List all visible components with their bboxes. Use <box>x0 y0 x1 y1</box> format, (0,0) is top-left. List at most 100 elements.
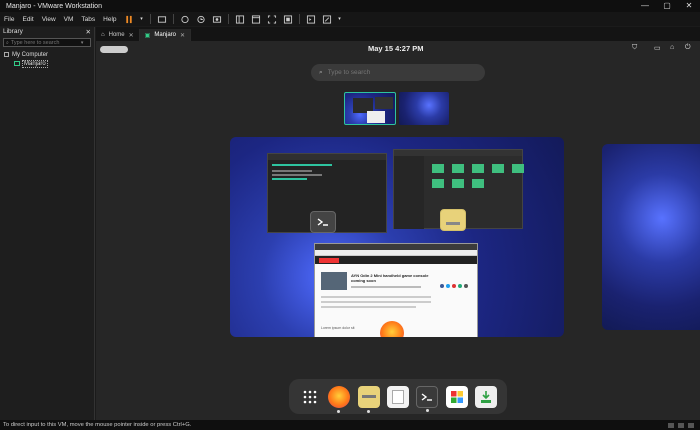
snapshot-manager-icon[interactable] <box>211 14 223 24</box>
share-icon <box>452 284 456 288</box>
chevron-down-icon[interactable]: ▾ <box>337 14 343 24</box>
menu-help[interactable]: Help <box>99 16 120 23</box>
article-text <box>321 306 416 308</box>
share-buttons <box>440 284 468 288</box>
tab-manjaro[interactable]: ▣ Manjaro ✕ <box>139 29 192 41</box>
overview-search[interactable]: ⌕ <box>311 64 485 81</box>
vm-icon <box>14 61 20 66</box>
tab-label: Home <box>108 32 125 38</box>
activities-indicator[interactable] <box>100 46 128 53</box>
menu-vm[interactable]: VM <box>60 16 78 23</box>
share-icon <box>464 284 468 288</box>
tab-label: Manjaro <box>154 32 177 38</box>
pause-icon[interactable] <box>123 14 135 24</box>
library-title: Library <box>3 28 23 35</box>
menubar: File Edit View VM Tabs Help ▾ ▾ <box>0 12 700 26</box>
menu-edit[interactable]: Edit <box>18 16 37 23</box>
article-image <box>321 272 347 290</box>
console-view-icon[interactable] <box>305 14 317 24</box>
device-icon[interactable] <box>668 422 674 428</box>
window-title: Manjaro - VMware Workstation <box>6 2 102 10</box>
installer-icon[interactable] <box>475 385 498 408</box>
terminal-line <box>272 164 332 166</box>
gnome-top-bar: May 15 4:27 PM ⛉ ▭ ⌂ ⏻ <box>96 41 700 57</box>
shield-icon[interactable]: ⛉ <box>632 44 637 52</box>
terminal-line <box>272 170 312 172</box>
device-icon[interactable] <box>688 422 694 428</box>
folder-icon <box>472 164 484 173</box>
terminal-line <box>272 178 307 180</box>
search-icon: ⌕ <box>319 68 323 76</box>
library-search-input[interactable] <box>10 39 81 46</box>
files-icon <box>440 209 466 231</box>
terminal-icon <box>310 211 336 233</box>
status-bar: To direct input to this VM, move the mou… <box>0 420 700 430</box>
snapshot-icon[interactable] <box>179 14 191 24</box>
workspace-thumbnail-1[interactable] <box>344 92 396 125</box>
share-icon <box>458 284 462 288</box>
minimize-button[interactable]: — <box>634 0 656 12</box>
files-icon[interactable] <box>357 385 380 413</box>
power-icon[interactable]: ⏻ <box>685 44 691 52</box>
menu-view[interactable]: View <box>38 16 60 23</box>
library-search[interactable]: ⌕ ▾ <box>3 38 91 47</box>
toolbar-divider <box>172 14 174 24</box>
maximize-button[interactable]: ▢ <box>656 0 678 12</box>
stretch-guest-icon[interactable] <box>321 14 333 24</box>
search-icon: ⌕ <box>6 39 9 46</box>
firefox-icon[interactable] <box>328 385 351 413</box>
screen-icon[interactable]: ▭ <box>654 44 661 52</box>
tab-home[interactable]: ⌂ Home ✕ <box>96 29 140 41</box>
chevron-down-icon[interactable]: ▾ <box>81 40 84 46</box>
network-icon[interactable]: ⌂ <box>670 44 674 51</box>
tree-item-label: My Computer <box>12 51 49 58</box>
running-indicator <box>337 409 341 413</box>
folder-icon <box>492 164 504 173</box>
running-indicator <box>366 409 370 413</box>
chevron-down-icon[interactable]: ▾ <box>139 14 145 24</box>
folder-icon <box>432 164 444 173</box>
clock[interactable]: May 15 4:27 PM <box>368 44 423 53</box>
text-editor-icon[interactable] <box>386 385 409 408</box>
full-screen-icon[interactable] <box>266 14 278 24</box>
files-icon-bar <box>446 221 460 225</box>
folder-icon <box>472 179 484 188</box>
article-headline: AYN Odin 2 Mini handheld game console co… <box>351 273 429 283</box>
device-icon[interactable] <box>678 422 684 428</box>
collapse-icon[interactable] <box>4 52 9 57</box>
close-icon[interactable]: ✕ <box>86 28 91 36</box>
share-icon <box>446 284 450 288</box>
vm-display[interactable]: May 15 4:27 PM ⛉ ▭ ⌂ ⏻ ⌕ Type to search … <box>96 41 700 420</box>
article-text <box>351 286 421 288</box>
send-ctrl-alt-del-icon[interactable] <box>156 14 168 24</box>
status-icons <box>668 422 694 428</box>
close-button[interactable]: ✕ <box>678 0 700 12</box>
library-header: Library ✕ <box>0 27 94 37</box>
library-view-icon[interactable] <box>234 14 246 24</box>
workspace-active[interactable]: AYN Odin 2 Mini handheld game console co… <box>230 137 564 337</box>
window-thumb <box>367 111 385 123</box>
single-window-icon[interactable] <box>250 14 262 24</box>
menu-file[interactable]: File <box>0 16 18 23</box>
software-icon[interactable] <box>445 385 468 408</box>
close-icon[interactable]: ✕ <box>180 32 185 39</box>
workspace-next[interactable] <box>602 144 700 330</box>
workspace-thumbnail-2[interactable] <box>399 92 449 125</box>
folder-icon <box>432 179 444 188</box>
revert-snapshot-icon[interactable] <box>195 14 207 24</box>
toolbar-divider <box>298 14 300 24</box>
menu-tabs[interactable]: Tabs <box>77 16 99 23</box>
page-icon <box>391 389 404 404</box>
unity-icon[interactable] <box>282 14 294 24</box>
tree-item-my-computer[interactable]: My Computer <box>0 50 94 59</box>
overview-search-input[interactable] <box>327 69 448 76</box>
terminal-icon[interactable] <box>416 385 439 412</box>
files-sidebar <box>394 156 424 229</box>
close-icon[interactable]: ✕ <box>129 32 134 39</box>
share-icon <box>440 284 444 288</box>
app-grid-icon[interactable] <box>299 386 321 408</box>
tree-item-manjaro[interactable]: Manjaro <box>0 59 94 68</box>
article-text <box>321 296 431 298</box>
tab-bar: ⌂ Home ✕ ▣ Manjaro ✕ <box>96 27 700 41</box>
dock <box>289 379 507 414</box>
